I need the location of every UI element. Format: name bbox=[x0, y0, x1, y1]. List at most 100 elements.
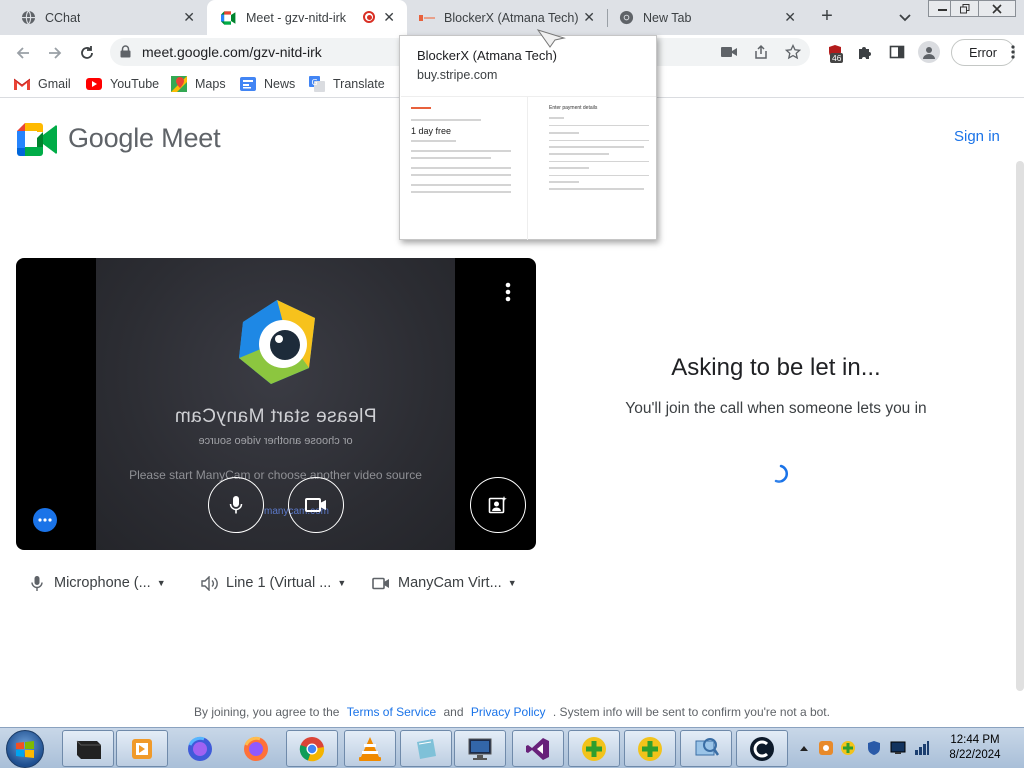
google-meet-logo bbox=[17, 123, 58, 156]
new-tab-button[interactable]: + bbox=[816, 6, 838, 28]
extension-badge: 46 bbox=[830, 53, 844, 63]
share-icon[interactable] bbox=[752, 43, 770, 61]
more-options-icon[interactable] bbox=[504, 282, 512, 302]
taskbar-app-visual-studio[interactable] bbox=[512, 730, 564, 767]
mirrored-camera-subtitle: or choose another video source bbox=[198, 435, 353, 447]
hover-card-thumbnail: 1 day free Enter payment details bbox=[401, 96, 656, 240]
taskbar-app-firefox-dev[interactable] bbox=[174, 730, 226, 767]
close-window-button[interactable] bbox=[978, 0, 1016, 17]
more-actions-button[interactable] bbox=[33, 508, 57, 532]
extensions-puzzle-icon[interactable] bbox=[856, 43, 874, 61]
google-meet-icon bbox=[221, 10, 237, 26]
bookmark-label: Translate bbox=[333, 77, 385, 91]
notes-app-icon bbox=[417, 738, 436, 759]
show-hidden-icons[interactable] bbox=[796, 740, 812, 756]
page-scrollbar[interactable] bbox=[1016, 161, 1024, 691]
forward-button[interactable] bbox=[44, 42, 66, 64]
tab-title: CChat bbox=[45, 10, 81, 25]
video-camera-icon bbox=[305, 498, 326, 512]
chrome-icon bbox=[618, 10, 634, 26]
media-player-icon bbox=[132, 738, 152, 759]
firefox-developer-icon bbox=[188, 736, 212, 761]
privacy-policy-link[interactable]: Privacy Policy bbox=[471, 705, 546, 719]
stripe-page-icon bbox=[419, 10, 435, 26]
camera-in-use-icon[interactable] bbox=[720, 43, 738, 61]
tab-hover-card: BlockerX (Atmana Tech) buy.stripe.com 1 … bbox=[399, 29, 657, 240]
recording-icon bbox=[363, 11, 375, 23]
tab-close-button[interactable]: ✕ bbox=[383, 10, 395, 24]
maps-icon bbox=[171, 76, 187, 92]
tab-close-button[interactable]: ✕ bbox=[784, 10, 796, 24]
thumbnail-left-column: 1 day free bbox=[411, 107, 521, 198]
taskbar-app-chrome[interactable] bbox=[286, 730, 338, 767]
bookmark-star-icon[interactable] bbox=[784, 43, 802, 61]
tab-blockerx[interactable]: BlockerX (Atmana Tech) ✕ bbox=[407, 0, 607, 35]
bookmark-youtube[interactable]: YouTube bbox=[86, 76, 159, 92]
bookmark-gmail[interactable]: Gmail bbox=[14, 76, 71, 92]
url-text: meet.google.com/gzv-nitd-irk bbox=[142, 44, 322, 60]
back-button[interactable] bbox=[12, 42, 34, 64]
gmail-icon bbox=[14, 76, 30, 92]
join-status-title: Asking to be let in... bbox=[671, 354, 881, 381]
translate-icon: G bbox=[309, 76, 325, 92]
dropdown-caret-icon: ▼ bbox=[507, 578, 517, 588]
loading-spinner-icon bbox=[768, 463, 790, 485]
camera-select[interactable]: ManyCam Virt... ▼ bbox=[372, 574, 517, 592]
terms-of-service-link[interactable]: Terms of Service bbox=[347, 705, 436, 719]
bookmark-translate[interactable]: G Translate bbox=[309, 76, 385, 92]
tab-new-tab[interactable]: New Tab ✕ bbox=[608, 0, 808, 35]
taskbar-app-network-tool[interactable] bbox=[680, 730, 732, 767]
reload-button[interactable] bbox=[76, 42, 98, 64]
tray-media-icon[interactable] bbox=[818, 740, 834, 756]
terminal-app-icon bbox=[76, 740, 101, 759]
tray-network-icon[interactable] bbox=[914, 740, 930, 756]
tab-title: New Tab bbox=[643, 10, 692, 25]
taskbar-app-remote-desktop[interactable] bbox=[454, 730, 506, 767]
taskbar-app-firefox[interactable] bbox=[230, 730, 282, 767]
youtube-icon bbox=[86, 76, 102, 92]
speaker-select[interactable]: Line 1 (Virtual ... ▼ bbox=[200, 574, 346, 592]
bookmark-label: Maps bbox=[195, 77, 226, 91]
taskbar-app-media[interactable] bbox=[116, 730, 168, 767]
footer-prefix: By joining, you agree to the bbox=[194, 705, 340, 719]
side-panel-icon[interactable] bbox=[888, 43, 906, 61]
self-video-preview: Please start ManyCam or choose another v… bbox=[16, 258, 536, 550]
tray-shield-icon[interactable] bbox=[866, 740, 882, 756]
tray-display-icon[interactable] bbox=[890, 740, 906, 756]
taskbar-app-add-tool[interactable] bbox=[568, 730, 620, 767]
dropdown-caret-icon: ▼ bbox=[156, 578, 166, 588]
news-icon bbox=[240, 76, 256, 92]
system-clock[interactable]: 12:44 PM 8/22/2024 bbox=[940, 733, 1010, 763]
taskbar-app-ccleaner[interactable] bbox=[736, 730, 788, 767]
profile-error-button[interactable]: Error bbox=[951, 39, 1015, 66]
profile-avatar-icon[interactable] bbox=[918, 41, 940, 63]
mouse-cursor-icon bbox=[536, 29, 566, 48]
taskbar-app-add-tool-2[interactable] bbox=[624, 730, 676, 767]
tray-add-icon[interactable] bbox=[840, 740, 856, 756]
tab-meet[interactable]: Meet - gzv-nitd-irk ✕ bbox=[207, 0, 407, 35]
taskbar-app-notes[interactable] bbox=[400, 730, 452, 767]
menu-kebab-icon[interactable] bbox=[1008, 43, 1018, 61]
tab-close-button[interactable]: ✕ bbox=[183, 10, 195, 24]
monitor-icon bbox=[468, 738, 492, 760]
consent-footer: By joining, you agree to the Terms of Se… bbox=[0, 705, 1024, 719]
start-button[interactable] bbox=[6, 730, 44, 768]
chevron-down-icon[interactable] bbox=[896, 8, 914, 26]
taskbar-app-vlc[interactable] bbox=[344, 730, 396, 767]
camera-overlay-text: Please start ManyCam or choose another v… bbox=[129, 468, 422, 482]
bookmark-news[interactable]: News bbox=[240, 76, 295, 92]
microphone-select[interactable]: Microphone (... ▼ bbox=[28, 574, 166, 592]
tab-close-button[interactable]: ✕ bbox=[583, 10, 595, 24]
bookmark-maps[interactable]: Maps bbox=[171, 76, 226, 92]
maximize-button[interactable] bbox=[950, 0, 980, 17]
visual-effects-button[interactable] bbox=[470, 477, 526, 533]
dropdown-caret-icon: ▼ bbox=[337, 578, 347, 588]
page-title: Google Meet bbox=[68, 123, 221, 153]
sign-in-link[interactable]: Sign in bbox=[954, 128, 1000, 145]
tab-title: BlockerX (Atmana Tech) bbox=[444, 10, 579, 25]
tab-cchat[interactable]: CChat ✕ bbox=[0, 0, 207, 35]
lock-icon bbox=[120, 45, 131, 63]
taskbar-app-terminal[interactable] bbox=[62, 730, 114, 767]
camera-toggle-button[interactable] bbox=[288, 477, 344, 533]
microphone-toggle-button[interactable] bbox=[208, 477, 264, 533]
